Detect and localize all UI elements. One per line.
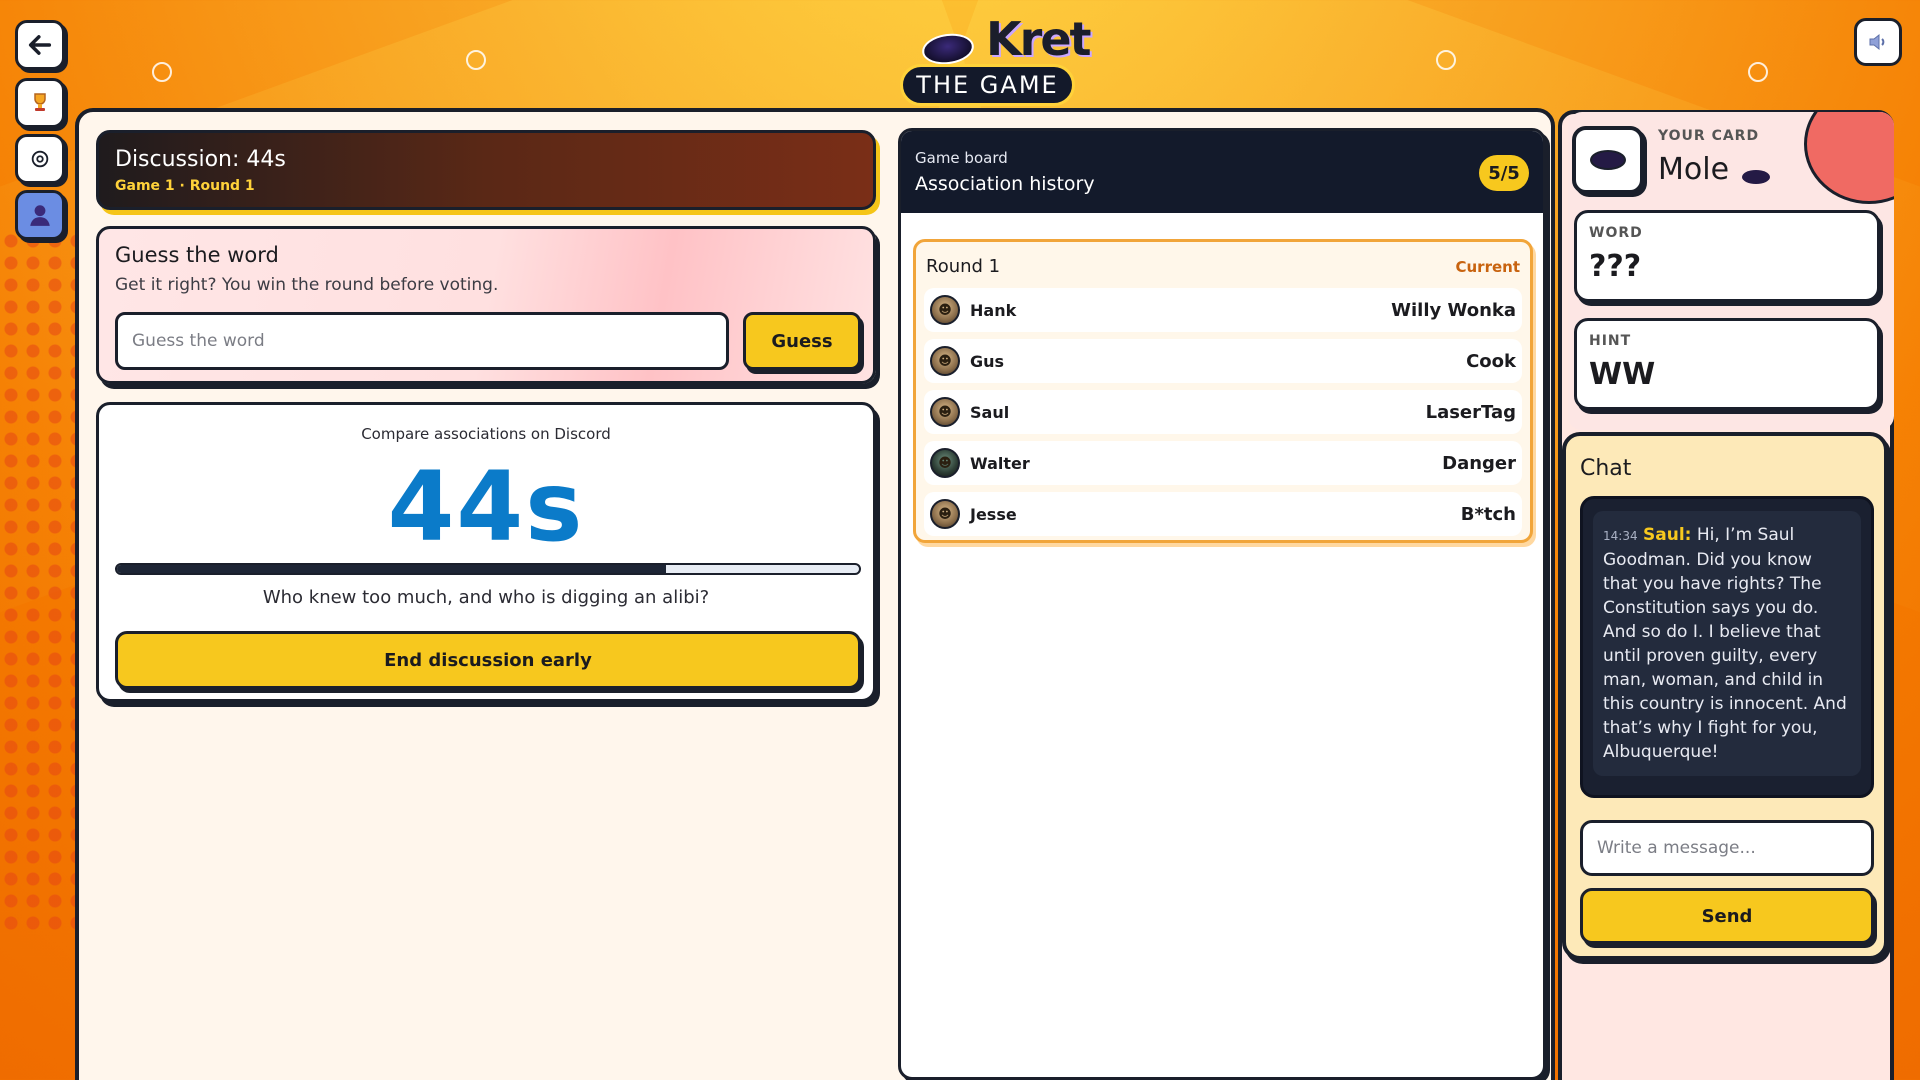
association-word: Willy Wonka bbox=[1391, 299, 1516, 321]
timer-progress-bar bbox=[115, 563, 861, 575]
player-name: Saul bbox=[970, 402, 1010, 422]
your-card-label: YOUR CARD bbox=[1658, 128, 1760, 144]
association-word: B*tch bbox=[1460, 503, 1516, 525]
hint-label: HINT bbox=[1589, 333, 1632, 349]
speaker-icon bbox=[1869, 33, 1885, 51]
timer-caption: Compare associations on Discord bbox=[361, 425, 611, 443]
board-caption: Game board bbox=[915, 149, 1008, 167]
logo-brand: Kret bbox=[986, 12, 1092, 66]
round-title: Round 1 bbox=[926, 256, 1001, 277]
association-row: ☻ Saul LaserTag bbox=[924, 390, 1522, 434]
guess-button[interactable]: Guess bbox=[743, 312, 861, 370]
player-name: Jesse bbox=[970, 504, 1017, 524]
game-board: Game board Association history 5/5 Round… bbox=[898, 128, 1546, 1080]
role-card-icon bbox=[1572, 126, 1644, 194]
guess-title: Guess the word bbox=[115, 243, 279, 267]
chat-message: 14:34 Saul: Hi, I’m Saul Goodman. Did yo… bbox=[1593, 511, 1861, 776]
timer-value: 44s bbox=[387, 451, 585, 563]
leaderboard-button[interactable] bbox=[15, 78, 65, 128]
gear-icon bbox=[31, 150, 49, 168]
settings-button[interactable] bbox=[15, 134, 65, 184]
board-header: Game board Association history 5/5 bbox=[901, 131, 1543, 213]
hint-value: WW bbox=[1589, 357, 1656, 392]
timer-question: Who knew too much, and who is digging an… bbox=[262, 587, 710, 608]
arrow-left-icon bbox=[28, 35, 52, 55]
player-name: Walter bbox=[970, 453, 1030, 473]
chat-input[interactable] bbox=[1580, 820, 1874, 876]
mole-icon bbox=[1742, 170, 1770, 184]
sound-toggle-button[interactable] bbox=[1854, 18, 1902, 66]
association-word: Danger bbox=[1442, 452, 1516, 474]
logo-subtitle: THE GAME bbox=[900, 64, 1075, 106]
guess-input[interactable] bbox=[115, 312, 729, 370]
profile-button[interactable] bbox=[15, 190, 65, 240]
guess-card: Guess the word Get it right? You win the… bbox=[96, 226, 876, 384]
player-avatar: ☻ bbox=[930, 295, 960, 325]
back-button[interactable] bbox=[15, 20, 65, 70]
board-count-badge: 5/5 bbox=[1479, 155, 1529, 191]
timer-progress-fill bbox=[117, 565, 667, 573]
send-button[interactable]: Send bbox=[1580, 888, 1874, 944]
player-avatar: ☻ bbox=[930, 346, 960, 376]
player-name: Hank bbox=[970, 300, 1017, 320]
game-logo: Kret THE GAME bbox=[900, 12, 1092, 108]
trophy-icon bbox=[34, 93, 46, 111]
association-word: Cook bbox=[1466, 350, 1516, 372]
association-row: ☻ Gus Cook bbox=[924, 339, 1522, 383]
board-title: Association history bbox=[915, 173, 1095, 195]
chat-message-time: 14:34 bbox=[1603, 529, 1638, 543]
guess-description: Get it right? You win the round before v… bbox=[115, 275, 499, 295]
player-avatar: ☻ bbox=[930, 448, 960, 478]
player-avatar: ☻ bbox=[930, 499, 960, 529]
round-status: Current bbox=[1455, 258, 1520, 276]
player-name: Gus bbox=[970, 351, 1005, 371]
association-word: LaserTag bbox=[1425, 401, 1516, 423]
hint-card: HINT WW bbox=[1574, 318, 1880, 410]
round-box: Round 1 Current ☻ Hank Willy Wonka ☻ Gus… bbox=[913, 239, 1533, 543]
decorative-blob bbox=[1804, 112, 1894, 204]
association-row: ☻ Walter Danger bbox=[924, 441, 1522, 485]
user-icon bbox=[30, 205, 50, 226]
timer-card: Compare associations on Discord 44s Who … bbox=[96, 402, 876, 702]
end-discussion-button[interactable]: End discussion early bbox=[115, 631, 861, 689]
discussion-header: Discussion: 44s Game 1 · Round 1 bbox=[96, 130, 876, 210]
discussion-title: Discussion: 44s bbox=[115, 147, 286, 172]
chat-message-text: Hi, I’m Saul Goodman. Did you know that … bbox=[1603, 525, 1847, 762]
discussion-subtitle: Game 1 · Round 1 bbox=[115, 178, 255, 194]
association-row: ☻ Jesse B*tch bbox=[924, 492, 1522, 536]
chat-log[interactable]: 14:34 Saul: Hi, I’m Saul Goodman. Did yo… bbox=[1580, 496, 1874, 798]
player-avatar: ☻ bbox=[930, 397, 960, 427]
chat-message-author: Saul: bbox=[1643, 525, 1692, 545]
association-row: ☻ Hank Willy Wonka bbox=[924, 288, 1522, 332]
logo-disc-icon bbox=[920, 30, 976, 68]
word-card: WORD ??? bbox=[1574, 210, 1880, 302]
chat-panel: Chat 14:34 Saul: Hi, I’m Saul Goodman. D… bbox=[1562, 432, 1888, 960]
word-label: WORD bbox=[1589, 225, 1643, 241]
chat-title: Chat bbox=[1580, 456, 1632, 481]
word-value: ??? bbox=[1589, 249, 1642, 284]
your-role: Mole bbox=[1658, 152, 1730, 187]
